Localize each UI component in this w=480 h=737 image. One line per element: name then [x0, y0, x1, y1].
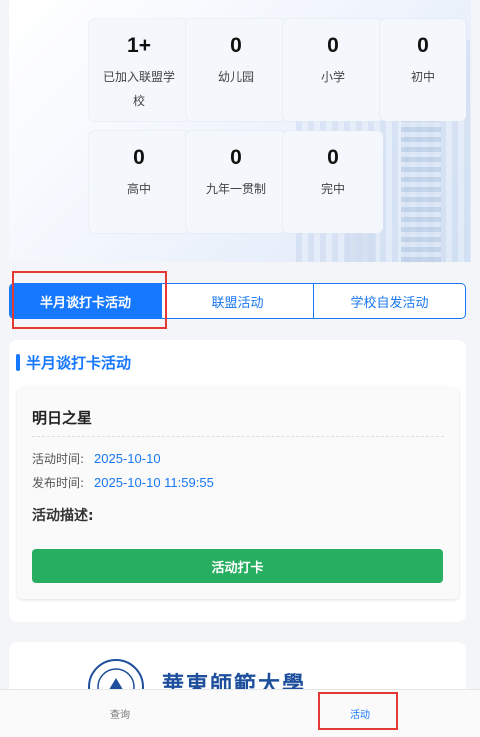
- tab-half-month-checkin[interactable]: 半月谈打卡活动: [10, 284, 161, 318]
- stat-card-nine-year: 0 九年一贯制: [186, 131, 286, 233]
- stat-label: 九年一贯制: [205, 182, 266, 196]
- stat-value: 0: [417, 34, 429, 57]
- stat-card-senior-high: 0 高中: [89, 131, 189, 233]
- activity-time-value: 2025-10-10: [94, 451, 161, 466]
- stat-value: 1+: [127, 34, 151, 57]
- divider: [32, 436, 444, 437]
- stat-label: 初中: [410, 70, 435, 84]
- stat-card-primary: 0 小学: [283, 19, 383, 121]
- stat-value: 0: [230, 146, 242, 169]
- activity-panel: 半月谈打卡活动 明日之星 活动时间: 2025-10-10 发布时间: 2025-1…: [9, 340, 466, 622]
- stat-label: 小学: [320, 70, 345, 84]
- stat-card-junior-high: 0 初中: [380, 19, 466, 121]
- stat-label: 幼儿园: [217, 70, 254, 84]
- activity-time-row: 活动时间: 2025-10-10: [32, 450, 161, 467]
- activity-name: 明日之星: [32, 409, 93, 427]
- activity-description-label: 活动描述:: [32, 508, 94, 524]
- stat-card-complete-middle: 0 完中: [283, 131, 383, 233]
- publish-time-label: 发布时间:: [32, 476, 85, 490]
- stat-label: 高中: [126, 182, 151, 196]
- hero-background-tower: [401, 120, 441, 262]
- publish-time-value: 2025-10-10 11:59:55: [94, 475, 214, 490]
- stat-value: 0: [133, 146, 145, 169]
- stat-label: 已加入联盟学校: [103, 70, 176, 108]
- nav-activities[interactable]: 活动: [240, 690, 480, 737]
- stat-value: 0: [327, 146, 339, 169]
- activity-card: 明日之星 活动时间: 2025-10-10 发布时间: 2025-10-10 11:…: [17, 387, 459, 599]
- section-title: 半月谈打卡活动: [16, 352, 131, 372]
- publish-time-row: 发布时间: 2025-10-10 11:59:55: [32, 474, 214, 491]
- section-title-bar: [16, 353, 20, 371]
- tab-school-activities[interactable]: 学校自发活动: [313, 284, 465, 318]
- stat-value: 0: [327, 34, 339, 57]
- stat-card-kindergarten: 0 幼儿园: [186, 19, 286, 121]
- activity-tabs: 半月谈打卡活动 联盟活动 学校自发活动: [9, 283, 466, 319]
- tab-alliance-activities[interactable]: 联盟活动: [161, 284, 313, 318]
- activity-time-label: 活动时间:: [32, 452, 85, 466]
- checkin-button[interactable]: 活动打卡: [32, 549, 443, 583]
- stat-value: 0: [230, 34, 242, 57]
- stat-card-alliance-schools: 1+ 已加入联盟学校: [89, 19, 189, 121]
- nav-query[interactable]: 查询: [0, 690, 240, 737]
- bottom-navigation: 查询 活动: [0, 689, 480, 737]
- section-title-text: 半月谈打卡活动: [26, 353, 132, 372]
- stat-label: 完中: [320, 182, 345, 196]
